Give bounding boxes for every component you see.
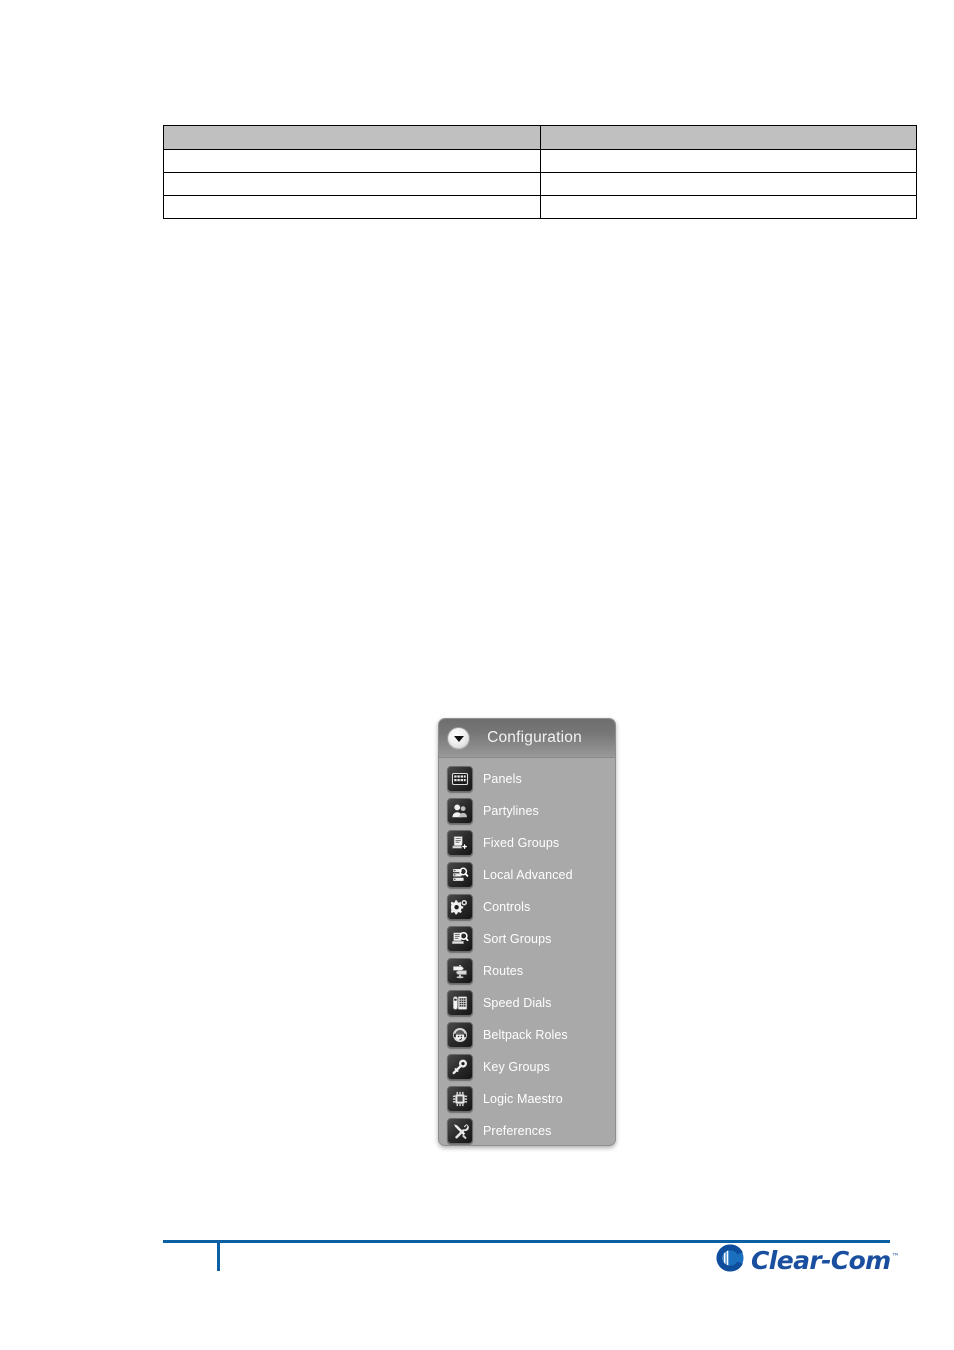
clear-com-wordmark-text: Clear-Com — [751, 1245, 891, 1275]
clear-com-wordmark: Clear-Com™ — [751, 1245, 900, 1275]
table-cell — [540, 149, 917, 173]
menu-item-label: Sort Groups — [483, 932, 552, 946]
menu-item-speed-dials[interactable]: Speed Dials — [439, 987, 615, 1019]
telephone-icon — [447, 990, 473, 1016]
menu-item-label: Preferences — [483, 1124, 552, 1138]
menu-item-routes[interactable]: Routes — [439, 955, 615, 987]
trademark-symbol: ™ — [891, 1252, 900, 1262]
menu-item-sort-groups[interactable]: Sort Groups — [439, 923, 615, 955]
configuration-panel: Configuration Panels Partylines Fixed Gr… — [438, 718, 616, 1146]
people-group-icon — [447, 798, 473, 824]
key-icon — [447, 1054, 473, 1080]
menu-item-label: Beltpack Roles — [483, 1028, 568, 1042]
menu-item-label: Fixed Groups — [483, 836, 560, 850]
configuration-panel-header: Configuration — [439, 719, 615, 758]
table-cell — [163, 195, 541, 219]
table-header-cell-2 — [540, 125, 917, 150]
table-cell — [163, 149, 541, 173]
configuration-panel-title: Configuration — [487, 729, 582, 746]
table-cell — [540, 195, 917, 219]
headset-user-icon — [447, 1022, 473, 1048]
table-cell — [540, 172, 917, 196]
menu-item-label: Partylines — [483, 804, 539, 818]
microchip-icon — [447, 1086, 473, 1112]
menu-item-logic-maestro[interactable]: Logic Maestro — [439, 1083, 615, 1115]
menu-item-label: Routes — [483, 964, 524, 978]
clear-com-globe-icon — [714, 1242, 746, 1279]
panel-keys-icon — [447, 766, 473, 792]
menu-item-controls[interactable]: Controls — [439, 891, 615, 923]
menu-item-label: Controls — [483, 900, 531, 914]
table-row — [163, 149, 917, 173]
menu-item-label: Speed Dials — [483, 996, 552, 1010]
list-search-icon — [447, 862, 473, 888]
menu-item-partylines[interactable]: Partylines — [439, 795, 615, 827]
menu-item-local-advanced[interactable]: Local Advanced — [439, 859, 615, 891]
clear-com-logo: Clear-Com™ — [714, 1242, 900, 1279]
document-add-icon — [447, 830, 473, 856]
configuration-menu-list: Panels Partylines Fixed Groups Local Adv… — [439, 758, 615, 1145]
caret-down-icon[interactable] — [447, 726, 470, 750]
menu-item-label: Key Groups — [483, 1060, 551, 1074]
gear-icon — [447, 894, 473, 920]
table-row — [163, 195, 917, 219]
empty-two-column-table — [163, 125, 917, 219]
footer-divider-tick — [217, 1240, 220, 1271]
table-header-row — [163, 125, 917, 150]
table-row — [163, 172, 917, 196]
menu-item-fixed-groups[interactable]: Fixed Groups — [439, 827, 615, 859]
menu-item-key-groups[interactable]: Key Groups — [439, 1051, 615, 1083]
signpost-icon — [447, 958, 473, 984]
menu-item-label: Local Advanced — [483, 868, 573, 882]
tools-icon — [447, 1118, 473, 1144]
menu-item-label: Logic Maestro — [483, 1092, 563, 1106]
table-header-cell-1 — [163, 125, 541, 150]
menu-item-beltpack-roles[interactable]: Beltpack Roles — [439, 1019, 615, 1051]
table-cell — [163, 172, 541, 196]
menu-item-label: Panels — [483, 772, 522, 786]
menu-item-preferences[interactable]: Preferences — [439, 1115, 615, 1145]
sort-search-icon — [447, 926, 473, 952]
menu-item-panels[interactable]: Panels — [439, 763, 615, 795]
